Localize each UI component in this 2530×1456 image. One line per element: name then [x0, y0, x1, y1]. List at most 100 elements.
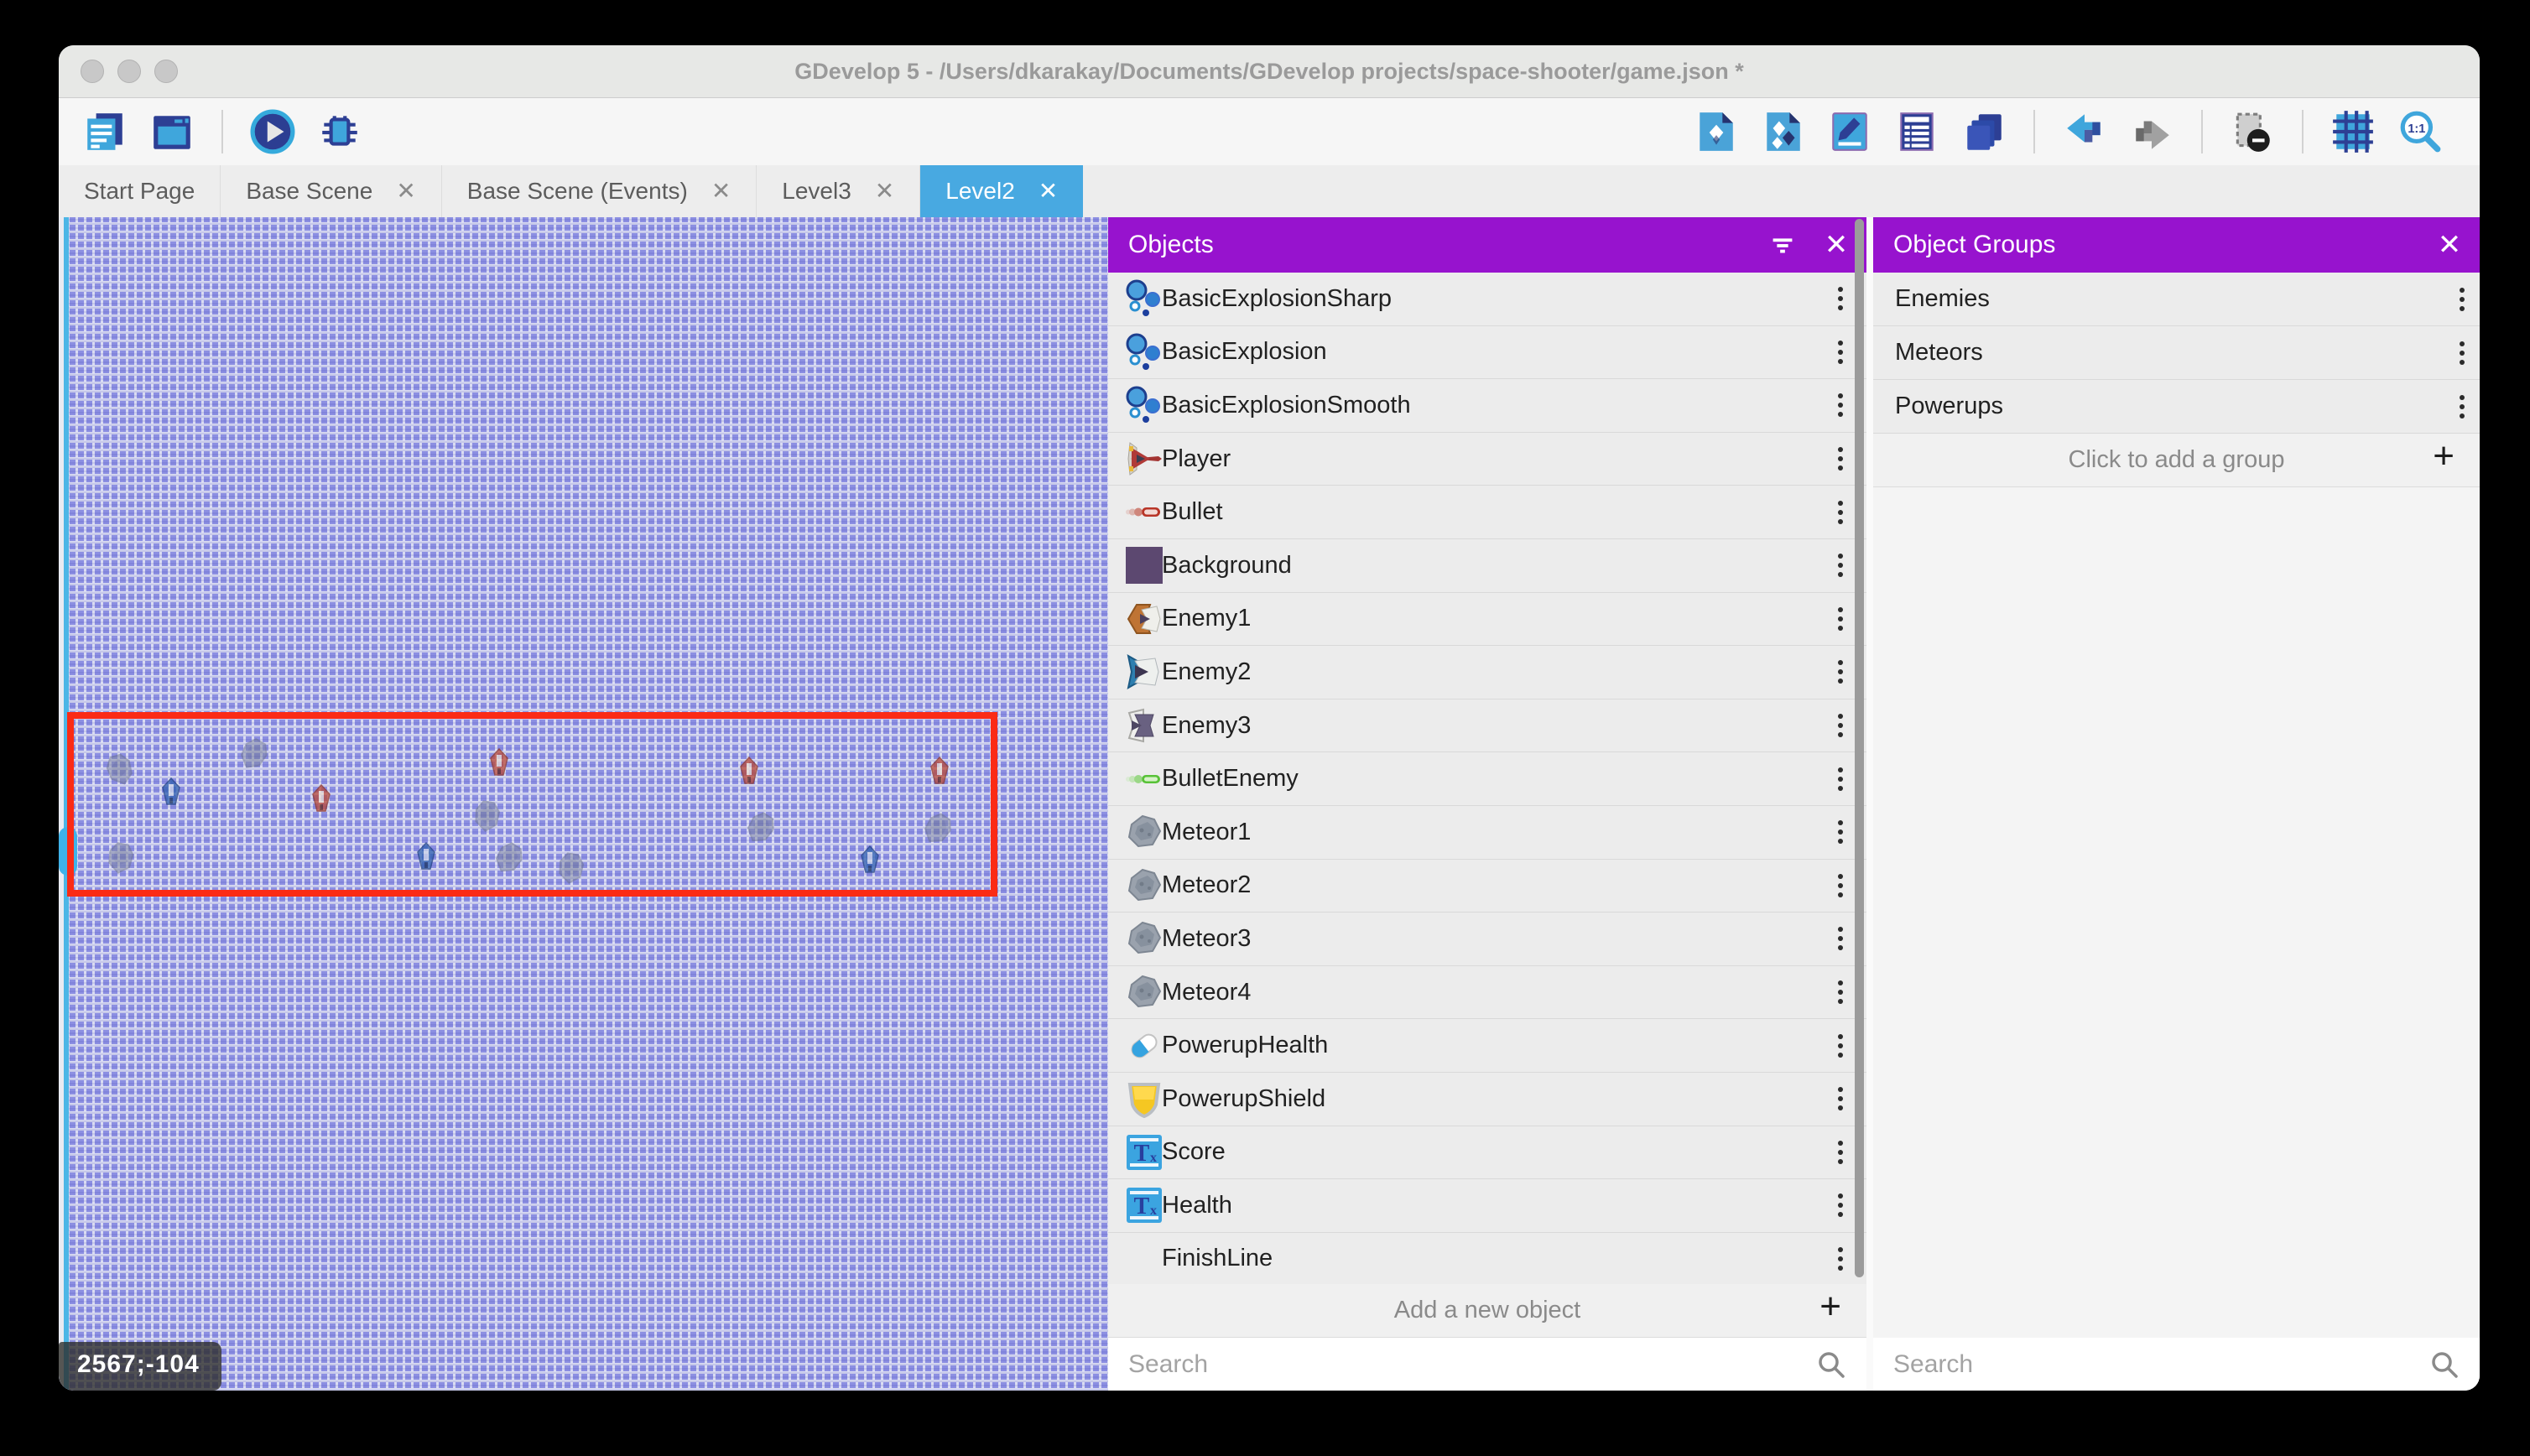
- toolbar-undo-icon[interactable]: [2060, 107, 2109, 156]
- tab-level2[interactable]: Level2 ✕: [920, 165, 1083, 217]
- object-row-meteor3[interactable]: Meteor3: [1108, 913, 1866, 966]
- object-row-player[interactable]: Player: [1108, 433, 1866, 486]
- toolbar-layers-icon[interactable]: [1960, 107, 2008, 156]
- object-name: FinishLine: [1162, 1245, 1838, 1272]
- group-row-enemies[interactable]: Enemies: [1873, 273, 2480, 326]
- canvas-sprite-enemy-red[interactable]: [739, 757, 759, 789]
- tab-base-scene-events-[interactable]: Base Scene (Events)✕: [442, 165, 757, 217]
- object-row-basicexplosionsharp[interactable]: BasicExplosionSharp: [1108, 273, 1866, 326]
- toolbar-objects-panel-icon[interactable]: [1691, 107, 1740, 156]
- object-row-poweruphealth[interactable]: PowerupHealth: [1108, 1019, 1866, 1073]
- object-menu-icon[interactable]: [1838, 874, 1843, 897]
- object-menu-icon[interactable]: [1838, 1193, 1843, 1217]
- groups-search-input[interactable]: [1873, 1349, 2480, 1380]
- toolbar-debug-icon[interactable]: [315, 107, 364, 156]
- tab-level3[interactable]: Level3✕: [757, 165, 920, 217]
- group-menu-icon[interactable]: [2460, 395, 2465, 419]
- add-object-button[interactable]: Add a new object +: [1108, 1284, 1866, 1338]
- object-row-bullet[interactable]: Bullet: [1108, 486, 1866, 539]
- object-name: Enemy2: [1162, 658, 1838, 686]
- group-menu-icon[interactable]: [2460, 341, 2465, 365]
- canvas-sprite-enemy-blue[interactable]: [860, 845, 880, 878]
- object-menu-icon[interactable]: [1838, 980, 1843, 1004]
- object-row-bulletenemy[interactable]: BulletEnemy: [1108, 752, 1866, 806]
- tab-close-icon[interactable]: ✕: [396, 179, 415, 203]
- objects-scrollbar[interactable]: [1855, 219, 1864, 1277]
- meteor-icon: [1125, 866, 1163, 905]
- group-row-powerups[interactable]: Powerups: [1873, 380, 2480, 434]
- object-name: BasicExplosionSmooth: [1162, 392, 1838, 419]
- object-menu-icon[interactable]: [1838, 607, 1843, 631]
- object-menu-icon[interactable]: [1838, 287, 1843, 310]
- toolbar-grid-icon[interactable]: [2329, 107, 2377, 156]
- object-menu-icon[interactable]: [1838, 927, 1843, 950]
- maximize-window-button[interactable]: [154, 60, 178, 83]
- object-menu-icon[interactable]: [1838, 1087, 1843, 1110]
- object-menu-icon[interactable]: [1838, 447, 1843, 471]
- minimize-window-button[interactable]: [117, 60, 141, 83]
- canvas-sprite-enemy-blue[interactable]: [416, 842, 436, 875]
- object-menu-icon[interactable]: [1838, 1247, 1843, 1271]
- object-row-meteor1[interactable]: Meteor1: [1108, 806, 1866, 860]
- object-row-enemy1[interactable]: Enemy1: [1108, 593, 1866, 647]
- group-menu-icon[interactable]: [2460, 288, 2465, 311]
- object-row-basicexplosion[interactable]: BasicExplosion: [1108, 326, 1866, 380]
- panel-divider: [1866, 217, 1873, 1391]
- object-name: PowerupShield: [1162, 1085, 1838, 1113]
- toolbar-instances-list-icon[interactable]: [1892, 107, 1941, 156]
- object-menu-icon[interactable]: [1838, 554, 1843, 577]
- toolbar-redo-icon[interactable]: [2127, 107, 2176, 156]
- object-menu-icon[interactable]: [1838, 501, 1843, 524]
- object-menu-icon[interactable]: [1838, 1034, 1843, 1058]
- tab-start-page[interactable]: Start Page: [59, 165, 221, 217]
- object-row-background[interactable]: Background: [1108, 539, 1866, 593]
- objects-panel: Objects ✕ BasicExplosionSharpBasicExplos…: [1108, 217, 1866, 1391]
- toolbar-object-groups-icon[interactable]: [1758, 107, 1807, 156]
- object-row-basicexplosionsmooth[interactable]: BasicExplosionSmooth: [1108, 379, 1866, 433]
- close-object-groups-panel-icon[interactable]: ✕: [2426, 228, 2473, 262]
- scene-canvas[interactable]: 2567;-104: [59, 217, 1108, 1391]
- canvas-sprite-meteor[interactable]: [554, 850, 589, 892]
- object-row-meteor4[interactable]: Meteor4: [1108, 966, 1866, 1020]
- canvas-sprite-enemy-red[interactable]: [311, 784, 331, 817]
- object-row-finishline[interactable]: FinishLine: [1108, 1233, 1866, 1284]
- object-row-enemy2[interactable]: Enemy2: [1108, 646, 1866, 699]
- toolbar-scene-window-icon[interactable]: [148, 107, 196, 156]
- svg-text:T: T: [1134, 1193, 1150, 1219]
- canvas-sprite-enemy-red[interactable]: [489, 748, 509, 781]
- object-menu-icon[interactable]: [1838, 341, 1843, 364]
- objects-panel-title: Objects: [1108, 231, 1759, 259]
- object-menu-icon[interactable]: [1838, 767, 1843, 791]
- object-row-enemy3[interactable]: Enemy3: [1108, 699, 1866, 753]
- object-menu-icon[interactable]: [1838, 820, 1843, 844]
- toolbar-instances-mask-icon[interactable]: [2228, 107, 2277, 156]
- add-group-button[interactable]: Click to add a group +: [1873, 434, 2480, 487]
- filter-icon[interactable]: [1759, 221, 1806, 268]
- canvas-sprite-meteor[interactable]: [104, 840, 137, 881]
- toolbar-zoom-1-1-icon[interactable]: 1:1: [2396, 107, 2444, 156]
- canvas-sprite-enemy-red[interactable]: [929, 757, 950, 789]
- tab-close-icon[interactable]: ✕: [711, 179, 731, 203]
- tab-close-icon[interactable]: ✕: [875, 179, 894, 203]
- object-menu-icon[interactable]: [1838, 393, 1843, 417]
- object-row-score[interactable]: TxScore: [1108, 1126, 1866, 1180]
- tab-close-icon[interactable]: ✕: [1039, 179, 1058, 203]
- enemy3-ship-icon: [1125, 706, 1163, 745]
- object-row-meteor2[interactable]: Meteor2: [1108, 860, 1866, 913]
- group-row-meteors[interactable]: Meteors: [1873, 326, 2480, 380]
- object-menu-icon[interactable]: [1838, 1141, 1843, 1164]
- objects-search-input[interactable]: [1108, 1349, 1866, 1380]
- object-row-powerupshield[interactable]: PowerupShield: [1108, 1073, 1866, 1126]
- object-row-health[interactable]: TxHealth: [1108, 1179, 1866, 1233]
- toolbar-properties-icon[interactable]: [1825, 107, 1874, 156]
- canvas-sprite-enemy-blue[interactable]: [161, 777, 181, 810]
- tab-label: Level2: [945, 178, 1015, 205]
- close-window-button[interactable]: [81, 60, 104, 83]
- object-menu-icon[interactable]: [1838, 714, 1843, 737]
- object-menu-icon[interactable]: [1838, 660, 1843, 684]
- toolbar-events-sheet-icon[interactable]: [81, 107, 129, 156]
- toolbar-play-icon[interactable]: [248, 107, 297, 156]
- close-objects-panel-icon[interactable]: ✕: [1813, 228, 1860, 262]
- tab-base-scene[interactable]: Base Scene✕: [221, 165, 441, 217]
- selection-rectangle[interactable]: [67, 712, 997, 897]
